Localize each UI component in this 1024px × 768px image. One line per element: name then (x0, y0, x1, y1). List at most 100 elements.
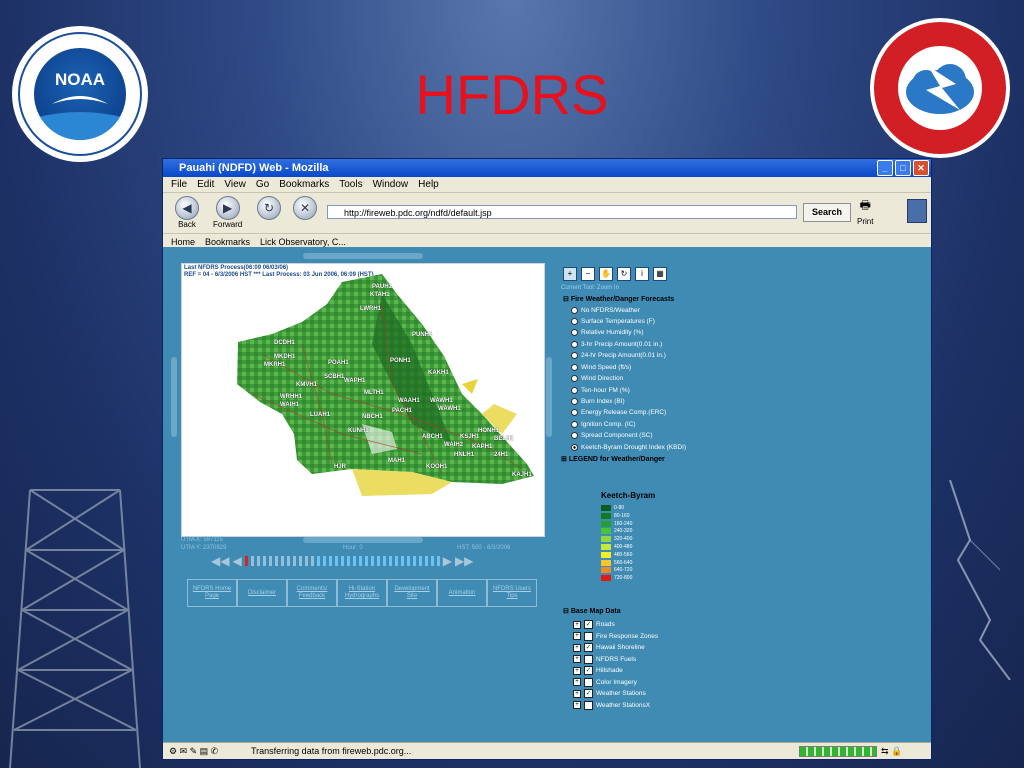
expand-icon[interactable]: + (573, 666, 581, 675)
url-input[interactable]: http://fireweb.pdc.org/ndfd/default.jsp (327, 205, 797, 219)
option-ignition[interactable]: Ignition Comp. (IC) (571, 421, 636, 428)
radio-button[interactable] (571, 329, 578, 336)
rewind-icon[interactable]: ◀◀ (211, 555, 229, 567)
minimize-button[interactable]: _ (877, 160, 893, 176)
layer-checkbox[interactable]: ✓ (584, 620, 593, 629)
base-layer-item[interactable]: + ✓ Hawaii Shoreline (573, 643, 645, 652)
expand-icon[interactable]: + (573, 643, 581, 652)
expand-icon[interactable]: + (573, 632, 581, 640)
refresh-icon[interactable]: ↻ (617, 267, 631, 281)
pan-hand-icon[interactable]: ✋ (599, 267, 613, 281)
layer-checkbox[interactable] (584, 654, 593, 664)
time-tick[interactable] (400, 556, 404, 566)
collapse-icon[interactable]: ⊟ (563, 608, 571, 615)
expand-icon[interactable]: + (573, 689, 581, 698)
time-tick[interactable] (286, 556, 290, 566)
layer-checkbox[interactable] (584, 631, 593, 641)
menu-go[interactable]: Go (256, 177, 269, 192)
layer-checkbox[interactable]: ✓ (584, 666, 593, 675)
time-tick[interactable] (310, 556, 314, 566)
expand-icon[interactable]: ⊞ (561, 456, 569, 463)
collapse-icon[interactable]: ⊟ (563, 296, 571, 303)
menu-window[interactable]: Window (373, 177, 409, 192)
time-tick[interactable] (436, 556, 440, 566)
radio-button[interactable] (571, 421, 578, 428)
option-wind-speed[interactable]: Wind Speed (ft/s) (571, 364, 631, 371)
expand-icon[interactable]: + (573, 620, 581, 629)
time-tick[interactable] (250, 556, 254, 566)
link-comments[interactable]: Comments/ Feedback (287, 579, 337, 607)
time-tick[interactable] (406, 556, 410, 566)
time-tick[interactable] (424, 556, 428, 566)
time-tick[interactable] (340, 556, 344, 566)
legend-toggle[interactable]: ⊞ LEGEND for Weather/Danger (561, 455, 701, 464)
base-layer-item[interactable]: + ✓ Hillshade (573, 666, 623, 675)
option-surface-temp[interactable]: Surface Temperatures (F) (571, 318, 655, 325)
pan-west-button[interactable] (171, 357, 177, 437)
pan-south-button[interactable] (303, 537, 423, 543)
layer-checkbox[interactable] (584, 700, 593, 710)
menu-view[interactable]: View (224, 177, 246, 192)
maximize-button[interactable]: □ (895, 160, 911, 176)
link-disclaimer[interactable]: Disclaimer (237, 579, 287, 607)
time-tick[interactable] (256, 556, 260, 566)
expand-icon[interactable]: + (573, 678, 581, 686)
time-tick[interactable] (298, 556, 302, 566)
time-tick[interactable] (304, 556, 308, 566)
reload-button[interactable]: ↻ (257, 196, 281, 220)
link-users-tips[interactable]: NFDRS Users Tips (487, 579, 537, 607)
time-tick[interactable] (316, 556, 320, 566)
menu-edit[interactable]: Edit (197, 177, 214, 192)
option-spread[interactable]: Spread Component (SC) (571, 432, 653, 439)
option-wind-direction[interactable]: Wind Direction (571, 375, 623, 382)
fire-weather-section[interactable]: ⊟ Fire Weather/Danger Forecasts (563, 295, 674, 303)
option-no-nfdrs[interactable]: No NFDRS/Weather (571, 307, 640, 314)
base-layer-item[interactable]: + Color Imagery (573, 677, 637, 687)
expand-icon[interactable]: + (573, 701, 581, 709)
zoom-in-icon[interactable]: + (563, 267, 577, 281)
time-tick[interactable] (394, 556, 398, 566)
menu-bookmarks[interactable]: Bookmarks (279, 177, 329, 192)
option-3hr-precip[interactable]: 3-hr Precip Amount(0.01 in.) (571, 341, 662, 348)
map-view[interactable]: Last NFDRS Process(06:09 06/03/06) REF =… (181, 263, 545, 537)
time-tick[interactable] (328, 556, 332, 566)
time-tick[interactable] (382, 556, 386, 566)
radio-button[interactable] (571, 398, 578, 405)
time-tick[interactable] (268, 556, 272, 566)
menu-tools[interactable]: Tools (339, 177, 362, 192)
time-tick[interactable] (388, 556, 392, 566)
radio-button-selected[interactable] (571, 444, 578, 451)
zoom-out-icon[interactable]: − (581, 267, 595, 281)
radio-button[interactable] (571, 432, 578, 439)
base-layer-item[interactable]: + ✓ Weather Stations (573, 689, 646, 698)
time-tick[interactable] (418, 556, 422, 566)
back-button[interactable]: ◀ Back (175, 196, 199, 229)
time-tick[interactable] (292, 556, 296, 566)
radio-button[interactable] (571, 409, 578, 416)
radio-button[interactable] (571, 318, 578, 325)
option-kbdi[interactable]: Keetch-Byram Drought Index (KBDI) (571, 444, 686, 451)
pan-north-button[interactable] (303, 253, 423, 259)
full-extent-icon[interactable]: ▦ (653, 267, 667, 281)
expand-icon[interactable]: + (573, 655, 581, 663)
radio-button[interactable] (571, 341, 578, 348)
stop-button[interactable]: ✕ (293, 196, 317, 220)
base-map-section[interactable]: ⊟ Base Map Data (563, 607, 621, 615)
option-burn-index[interactable]: Burn Index (BI) (571, 398, 625, 405)
layer-checkbox[interactable]: ✓ (584, 643, 593, 652)
time-tick[interactable] (352, 556, 356, 566)
time-tick[interactable] (358, 556, 362, 566)
time-tick[interactable] (376, 556, 380, 566)
time-tick[interactable] (274, 556, 278, 566)
radio-button[interactable] (571, 387, 578, 394)
link-hydrographs[interactable]: Hi-Station Hydrographs (337, 579, 387, 607)
time-tick[interactable] (244, 556, 248, 566)
print-button[interactable]: 🖶 Print (857, 196, 873, 226)
option-relative-humidity[interactable]: Relative Humidity (%) (571, 329, 644, 336)
menu-help[interactable]: Help (418, 177, 439, 192)
option-ten-hour-fm[interactable]: Ten-hour FM (%) (571, 387, 630, 394)
option-erc[interactable]: Energy Release Comp.(ERC) (571, 409, 666, 416)
time-tick[interactable] (346, 556, 350, 566)
menu-file[interactable]: File (171, 177, 187, 192)
link-nfdrs-home[interactable]: NFDRS Home Page (187, 579, 237, 607)
